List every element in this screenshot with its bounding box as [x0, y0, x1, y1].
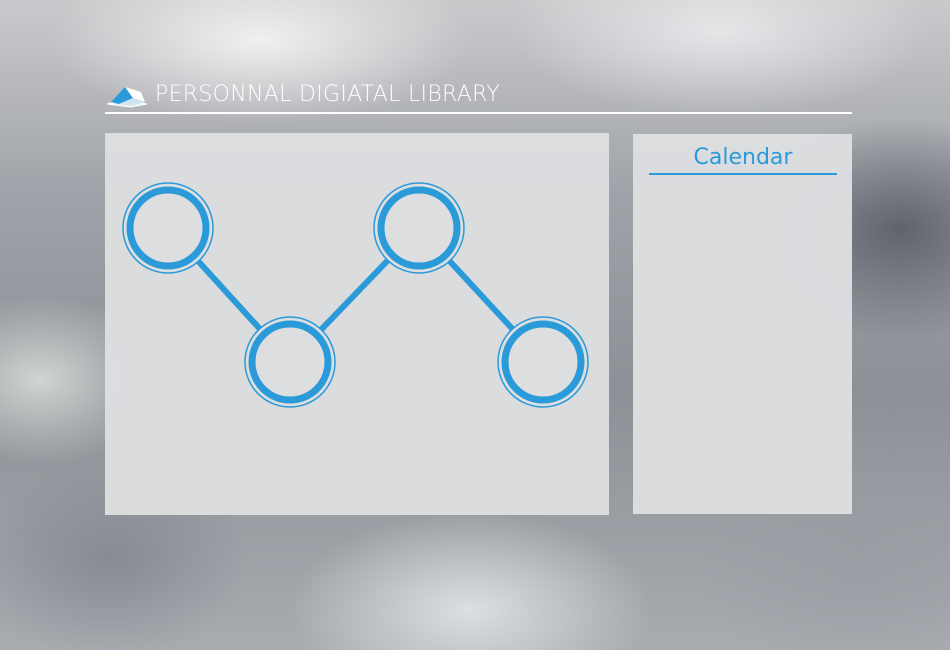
network-graph [122, 182, 589, 408]
graph-node [122, 182, 214, 274]
open-book-icon [106, 87, 148, 108]
calendar-panel: Calendar [633, 134, 852, 514]
header: PERSONNAL DIGIATAL LIBRARY [105, 80, 852, 114]
graph-node [497, 316, 589, 408]
graph-node [373, 182, 465, 274]
main-panel [105, 133, 609, 515]
graph-node [244, 316, 336, 408]
app-title: PERSONNAL DIGIATAL LIBRARY [155, 82, 500, 107]
calendar-title: Calendar [649, 142, 837, 175]
